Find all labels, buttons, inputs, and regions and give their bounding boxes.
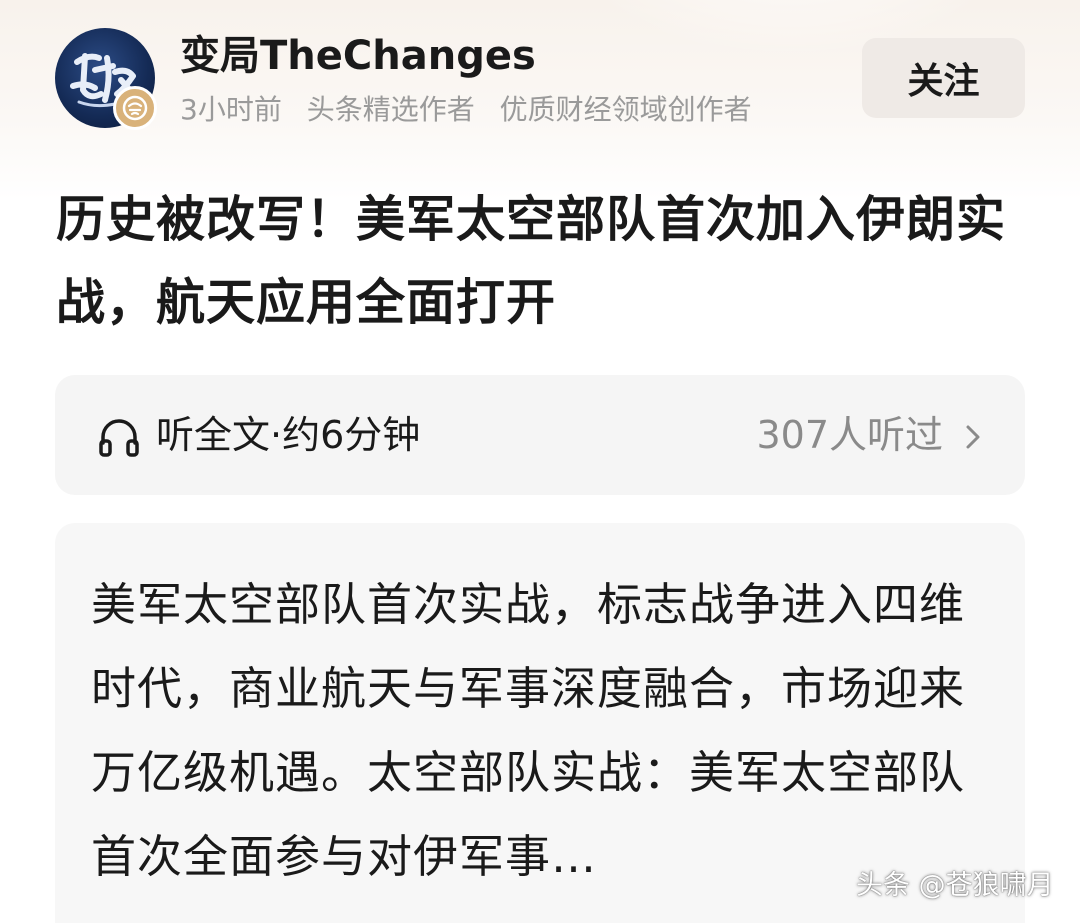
chevron-right-icon [966,425,980,449]
author-tag: 优质财经领域创作者 [499,93,752,126]
listen-count: 307人听过 [756,413,943,457]
article-summary-card[interactable]: 美军太空部队首次实战，标志战争进入四维时代，商业航天与军事深度融合，市场迎来万亿… [55,523,1025,923]
watermark: 头条 @苍狼啸月 [856,870,1054,901]
summary-text: 美军太空部队首次实战，标志战争进入四维时代，商业航天与军事深度融合，市场迎来万亿… [91,578,966,883]
follow-button[interactable]: 关注 [862,38,1025,118]
listen-label: 听全文·约6分钟 [156,413,421,457]
author-meta: 3小时前 头条精选作者 优质财经领域创作者 [180,90,768,130]
headphone-icon [99,419,139,457]
verified-badge-icon [113,86,157,130]
article-page: 变局TheChanges 3小时前 头条精选作者 优质财经领域创作者 关注 历史… [0,0,1080,923]
listen-full-text-bar[interactable]: 听全文·约6分钟 307人听过 [55,375,1025,495]
article-title: 历史被改写！美军太空部队首次加入伊朗实战，航天应用全面打开 [56,191,1007,331]
author-tag: 头条精选作者 [306,93,475,126]
publish-time: 3小时前 [180,93,282,126]
author-name[interactable]: 变局TheChanges [180,28,536,84]
